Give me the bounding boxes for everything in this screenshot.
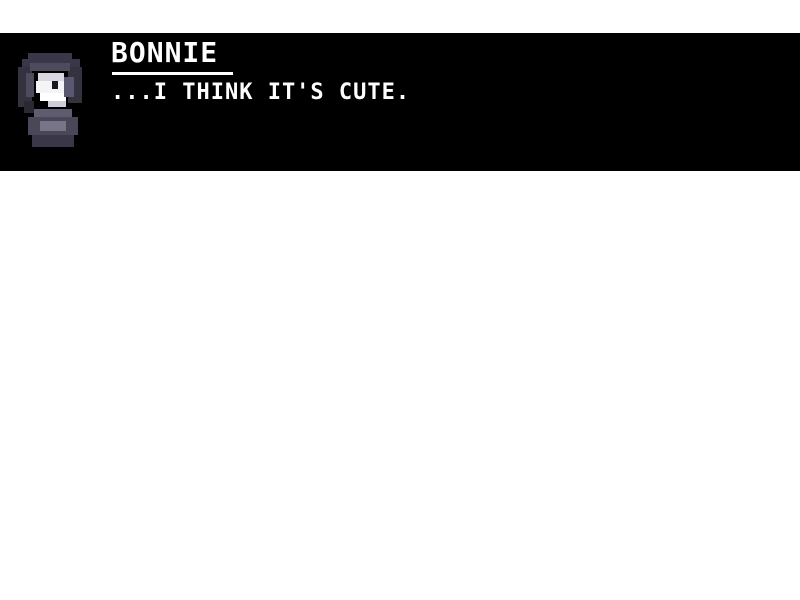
game-screen: BONNIE ...I THINK IT'S CUTE. xyxy=(0,0,800,600)
dialog-text: ...I THINK IT'S CUTE. xyxy=(111,80,411,105)
name-underline xyxy=(112,72,233,75)
dialog-box[interactable]: BONNIE ...I THINK IT'S CUTE. xyxy=(0,33,800,171)
scene-area xyxy=(0,171,800,600)
bonnie-portrait-icon xyxy=(18,53,82,147)
speaker-name: BONNIE xyxy=(111,36,219,69)
